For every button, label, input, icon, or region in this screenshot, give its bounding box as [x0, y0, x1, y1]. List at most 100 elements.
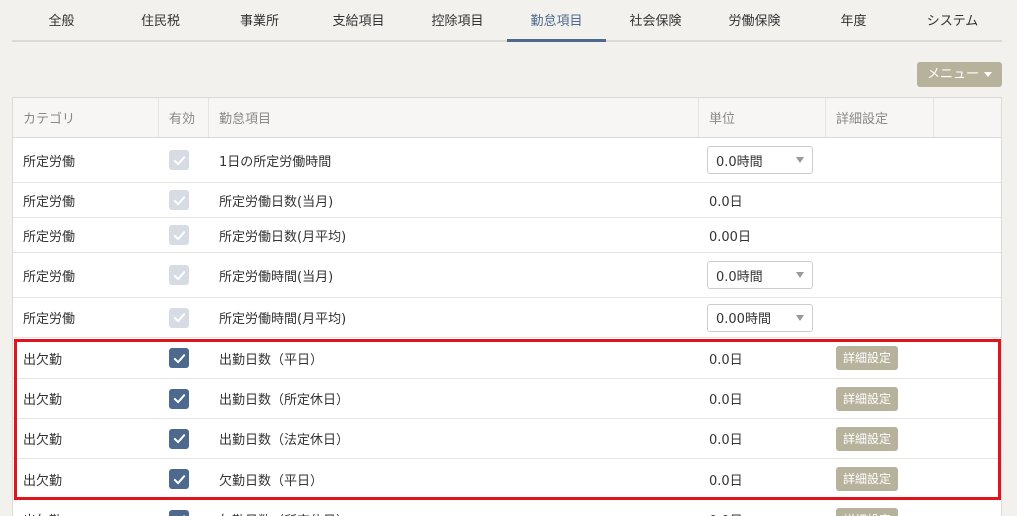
unit-select[interactable]: 0.00時間 — [707, 303, 813, 332]
unit-select-value: 0.0時間 — [716, 269, 763, 285]
menu-button-label: メニュー — [926, 67, 979, 82]
row-detail-cell: 詳細設定 — [826, 338, 934, 378]
row-item-name: 出勤日数（法定休日） — [219, 433, 350, 448]
enabled-checkbox — [169, 225, 189, 245]
header-spacer — [934, 98, 1001, 137]
row-detail-cell: 詳細設定 — [826, 500, 934, 516]
row-item-name: 出勤日数（平日） — [219, 352, 324, 368]
row-category: 出欠勤 — [23, 352, 63, 368]
tab-resident-tax[interactable]: 住民税 — [111, 0, 210, 40]
tab-payment-items[interactable]: 支給項目 — [309, 0, 408, 40]
menu-button[interactable]: メニュー — [916, 62, 1002, 87]
detail-settings-button[interactable]: 詳細設定 — [836, 346, 899, 370]
enabled-checkbox[interactable] — [169, 428, 189, 449]
row-detail-cell: 詳細設定 — [826, 419, 934, 458]
row-spacer — [934, 218, 1001, 252]
row-item-name: 所定労働日数(月平均) — [219, 229, 347, 245]
row-item-name: 所定労働時間(当月) — [219, 269, 334, 285]
table-row: 出欠勤 欠勤日数（平日） 0.0日 詳細設定 — [13, 459, 1001, 500]
row-spacer — [934, 419, 1001, 458]
tab-system[interactable]: システム — [903, 0, 1002, 40]
enabled-checkbox — [169, 150, 189, 170]
row-spacer — [934, 253, 1001, 297]
row-spacer — [934, 379, 1001, 418]
row-category: 所定労働 — [23, 312, 76, 327]
row-detail-cell — [826, 253, 934, 297]
enabled-checkbox[interactable] — [169, 469, 189, 489]
table-header: カテゴリ 有効 勤怠項目 単位 詳細設定 — [13, 98, 1001, 138]
tab-deduction-items[interactable]: 控除項目 — [408, 0, 507, 40]
table-row: 出欠勤 出勤日数（所定休日） 0.0日 詳細設定 — [13, 379, 1001, 419]
table-row: 所定労働 1日の所定労働時間 0.0時間 — [13, 138, 1001, 183]
row-enabled-cell — [159, 459, 209, 499]
row-item-name: 所定労働日数(当月) — [219, 194, 334, 210]
row-unit-cell: 0.0日 — [709, 393, 743, 408]
row-category: 所定労働 — [23, 194, 76, 210]
enabled-checkbox — [169, 307, 189, 328]
row-enabled-cell — [159, 419, 209, 458]
row-unit-cell: 0.0日 — [709, 433, 743, 448]
row-item-name: 欠勤日数（所定休日） — [209, 500, 699, 516]
table-row: 所定労働 所定労働時間(当月) 0.0時間 — [13, 253, 1001, 298]
attendance-items-table: カテゴリ 有効 勤怠項目 単位 詳細設定 所定労働 1日の所定労働時間 0.0時間所… — [12, 97, 1002, 516]
unit-select-value: 0.0時間 — [716, 154, 763, 170]
header-detail: 詳細設定 — [826, 98, 934, 137]
detail-settings-button[interactable]: 詳細設定 — [836, 426, 899, 451]
header-unit: 単位 — [699, 98, 826, 137]
header-enabled: 有効 — [159, 98, 209, 137]
row-unit-cell: 0.0日 — [709, 473, 743, 489]
detail-settings-button[interactable]: 詳細設定 — [836, 386, 899, 411]
table-row: 所定労働 所定労働時間(月平均) 0.00時間 — [13, 298, 1001, 338]
row-unit-cell: 0.0時間 — [699, 253, 826, 297]
row-item-name: 所定労働時間(月平均) — [219, 312, 347, 327]
row-spacer — [934, 183, 1001, 217]
enabled-checkbox[interactable] — [169, 509, 189, 516]
row-unit-cell: 0.0日 — [709, 194, 743, 210]
table-row: 所定労働 所定労働日数(月平均) 0.00日 — [13, 218, 1001, 253]
caret-down-icon — [984, 72, 992, 77]
detail-settings-button[interactable]: 詳細設定 — [836, 467, 899, 491]
row-enabled-cell — [159, 338, 209, 378]
row-category: 出欠勤 — [13, 500, 159, 516]
row-spacer — [934, 338, 1001, 378]
tab-fiscal-year[interactable]: 年度 — [804, 0, 903, 40]
row-spacer — [934, 298, 1001, 337]
row-detail-cell — [826, 138, 934, 182]
row-unit-cell: 0.0時間 — [699, 138, 826, 182]
row-enabled-cell — [159, 298, 209, 337]
table-row: 出欠勤 出勤日数（平日） 0.0日 詳細設定 — [13, 338, 1001, 379]
tab-bar: 全般 住民税 事業所 支給項目 控除項目 勤怠項目 社会保険 労働保険 年度 シ… — [12, 0, 1002, 42]
tab-social-insurance[interactable]: 社会保険 — [606, 0, 705, 40]
row-item-name: 出勤日数（所定休日） — [219, 393, 350, 408]
row-enabled-cell — [159, 253, 209, 297]
row-unit-cell: 0.0日 — [709, 352, 743, 368]
unit-select-value: 0.00時間 — [716, 312, 771, 327]
row-category: 出欠勤 — [23, 433, 63, 448]
tab-office[interactable]: 事業所 — [210, 0, 309, 40]
chevron-down-icon — [796, 314, 804, 321]
row-category: 所定労働 — [23, 269, 76, 285]
enabled-checkbox[interactable] — [169, 388, 189, 409]
row-category: 出欠勤 — [23, 393, 63, 408]
unit-select[interactable]: 0.0時間 — [707, 146, 813, 174]
row-detail-cell — [826, 183, 934, 217]
tab-labor-insurance[interactable]: 労働保険 — [705, 0, 804, 40]
enabled-checkbox — [169, 265, 189, 285]
row-enabled-cell — [159, 218, 209, 252]
row-item-name: 欠勤日数（平日） — [219, 473, 324, 489]
header-item: 勤怠項目 — [209, 98, 699, 137]
row-enabled-cell — [159, 183, 209, 217]
detail-settings-button[interactable]: 詳細設定 — [836, 507, 899, 516]
row-detail-cell: 詳細設定 — [826, 379, 934, 418]
row-category: 所定労働 — [23, 154, 76, 170]
tab-attendance-items[interactable]: 勤怠項目 — [507, 0, 606, 42]
row-spacer — [934, 459, 1001, 499]
row-unit-cell: 0.00日 — [709, 229, 751, 245]
table-body: 所定労働 1日の所定労働時間 0.0時間 所定労働 所定労働日数(当月) 0.0日 所定労働… — [13, 138, 1001, 516]
chevron-down-icon — [796, 157, 804, 163]
enabled-checkbox[interactable] — [169, 348, 189, 368]
tab-general[interactable]: 全般 — [12, 0, 111, 40]
enabled-checkbox — [169, 190, 189, 210]
row-item-name: 1日の所定労働時間 — [219, 154, 332, 170]
unit-select[interactable]: 0.0時間 — [707, 261, 813, 289]
